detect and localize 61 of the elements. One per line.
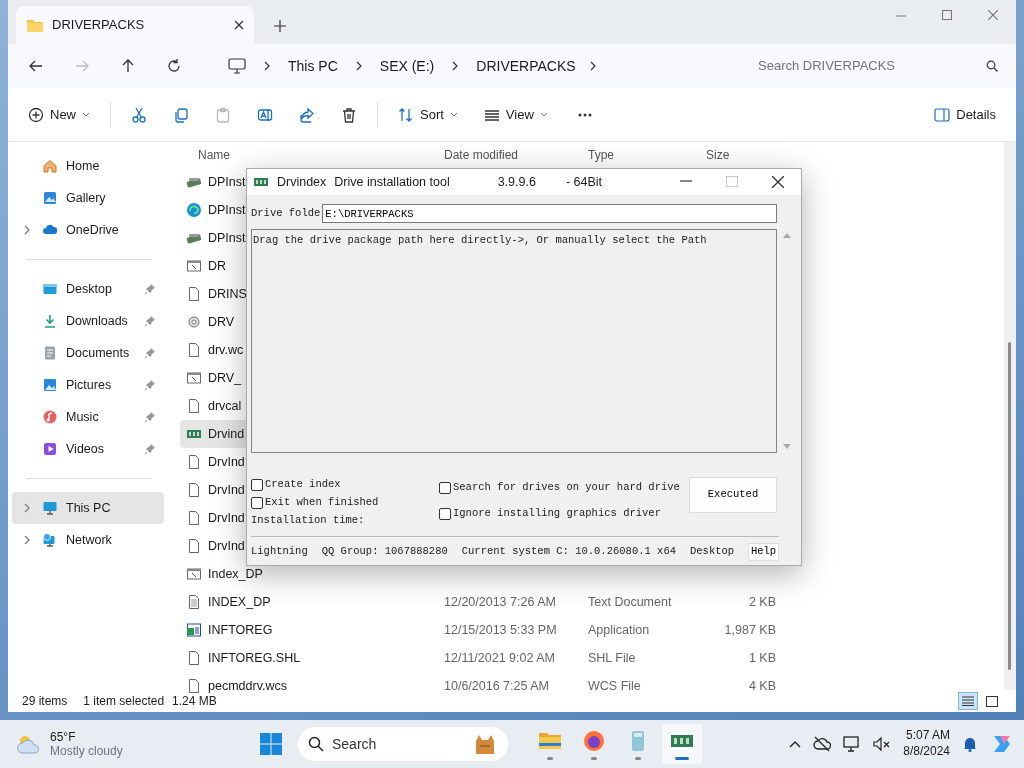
- file-name: DPInst: [208, 173, 246, 191]
- file-name: DPInst: [208, 201, 246, 219]
- sidebar-label: Desktop: [66, 280, 113, 298]
- file-name: DRV: [208, 313, 235, 331]
- file-name: Index_DP: [208, 565, 263, 583]
- date-modified: 12/11/2021 9:02 AM: [444, 649, 556, 667]
- date-modified: 10/6/2016 7:25 AM: [444, 677, 550, 695]
- file-name: INFTOREG.SHL: [208, 649, 301, 667]
- file-size: 1,987 KB: [723, 621, 776, 639]
- file-name: INDEX_DP: [208, 593, 271, 611]
- file-type: WCS File: [588, 677, 642, 695]
- version-label: 3.9.9.6: [497, 173, 536, 191]
- installation-time-label: Installation time:: [251, 512, 366, 528]
- file-name: DrvInd: [208, 509, 245, 527]
- status-text: Lightning: [251, 544, 308, 560]
- time-label: 5:07 AM: [904, 728, 950, 744]
- file-size: 4 KB: [747, 677, 776, 695]
- status-text: QQ Group: 1067888280: [321, 544, 448, 560]
- file-type: Application: [588, 621, 651, 639]
- date-modified: 12/20/2013 7:26 AM: [444, 593, 557, 611]
- file-size: 2 KB: [747, 593, 776, 611]
- dialog-subtitle: Drive installation tool: [334, 173, 450, 191]
- file-name: Drvind: [208, 425, 245, 443]
- status-text: Current system C: 10.0.26080.1 x64: [461, 544, 676, 560]
- temperature: 65°F: [50, 729, 77, 744]
- sidebar-label: This PC: [66, 499, 112, 517]
- item-count: 29 items: [22, 693, 68, 710]
- sidebar-label: Downloads: [66, 312, 129, 330]
- file-name: DPInst: [208, 229, 246, 247]
- file-type: Text Document: [588, 593, 673, 611]
- sidebar-label: Videos: [66, 440, 105, 458]
- folder-label: Drive folde: [251, 205, 321, 221]
- sidebar-label: Network: [66, 531, 113, 549]
- file-name: pecmddrv.wcs: [208, 677, 287, 695]
- selection-count: 1 item selected: [83, 693, 165, 710]
- file-type: SHL File: [588, 649, 637, 667]
- sidebar-label: Documents: [66, 344, 131, 362]
- file-name: drv.wc: [208, 341, 244, 359]
- tab-title: DRIVERPACKS: [52, 16, 146, 35]
- selection-size: 1.24 MB: [172, 693, 217, 710]
- sidebar-label: Music: [66, 408, 100, 426]
- file-name: DrvInd: [208, 453, 245, 471]
- date-modified: 12/15/2013 5:33 PM: [444, 621, 558, 639]
- file-name: DR: [208, 257, 227, 275]
- dialog-title: Drvindex: [277, 173, 327, 191]
- file-name: DRINS: [208, 285, 247, 303]
- file-name: DrvInd: [208, 481, 245, 499]
- date-label: 8/8/2024: [903, 744, 950, 760]
- weather-description: Mostly cloudy: [50, 744, 123, 759]
- file-size: 1 KB: [747, 649, 776, 667]
- architecture-label: - 64Bit: [565, 173, 603, 191]
- file-name: INFTOREG: [208, 621, 273, 639]
- file-name: drvcal: [208, 397, 242, 415]
- sidebar-label: OneDrive: [66, 221, 120, 239]
- sidebar-label: Gallery: [66, 189, 107, 207]
- sidebar-label: Pictures: [66, 376, 113, 394]
- sidebar-label: Home: [66, 157, 101, 175]
- search-label: Search: [332, 734, 378, 754]
- file-name: DRV_: [208, 369, 242, 387]
- file-name: DrvInd: [208, 537, 245, 555]
- status-text: Desktop: [690, 544, 735, 560]
